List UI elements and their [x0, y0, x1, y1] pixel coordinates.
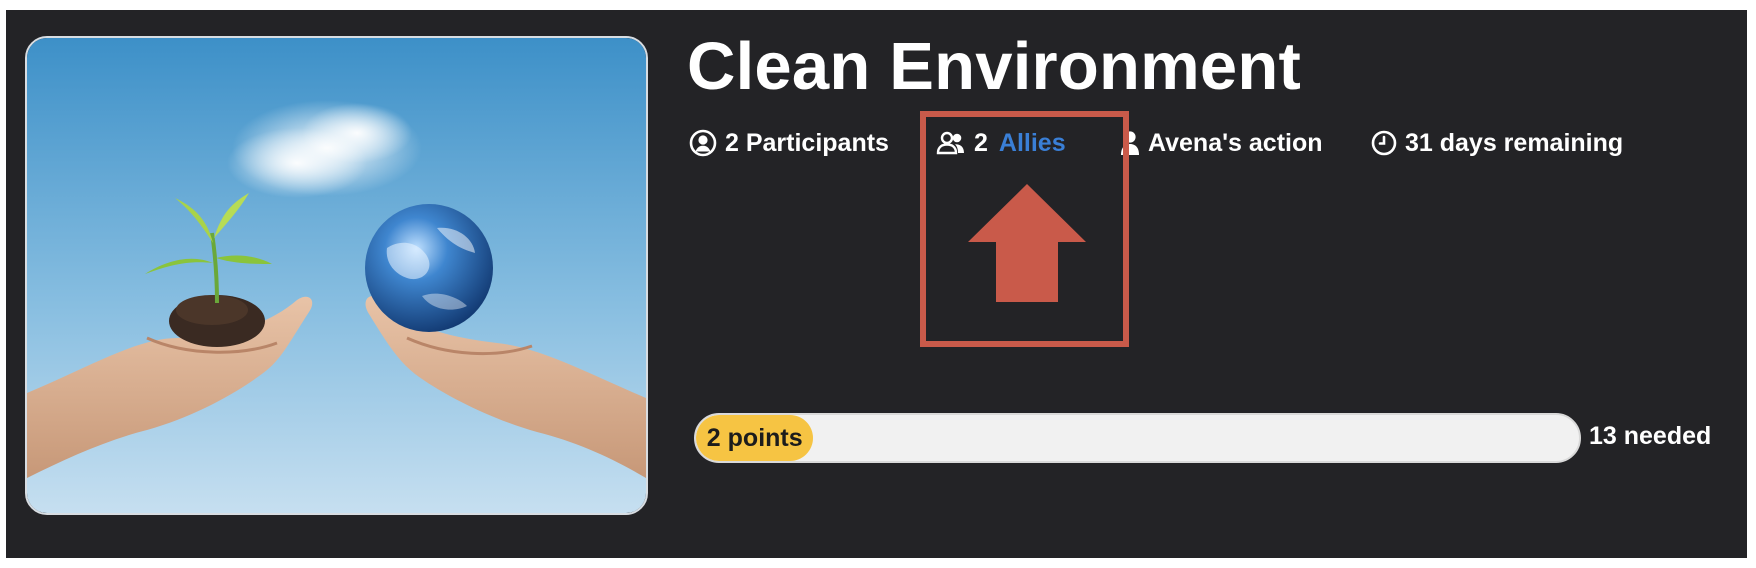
challenge-image: [25, 36, 648, 515]
progress-points-label: 2 points: [706, 423, 803, 452]
days-remaining-label: 31 days remaining: [1405, 128, 1624, 157]
participants-label: 2 Participants: [725, 128, 889, 157]
user-circle-icon: [689, 129, 717, 157]
days-remaining: 31 days remaining: [1371, 126, 1623, 160]
challenge-title: Clean Environment: [687, 29, 1301, 104]
points-needed: 13 needed: [1589, 422, 1712, 450]
clock-icon: [1371, 130, 1397, 156]
progress-bar: 2 points: [694, 413, 1581, 463]
participants-count: 2 Participants: [689, 126, 889, 160]
action-owner: Avena's action: [1120, 126, 1323, 160]
progress-fill: 2 points: [696, 415, 814, 461]
hands-earth-seedling-illustration: [27, 38, 646, 513]
annotation-up-arrow-icon: [968, 184, 1086, 307]
action-label: Avena's action: [1148, 128, 1323, 157]
